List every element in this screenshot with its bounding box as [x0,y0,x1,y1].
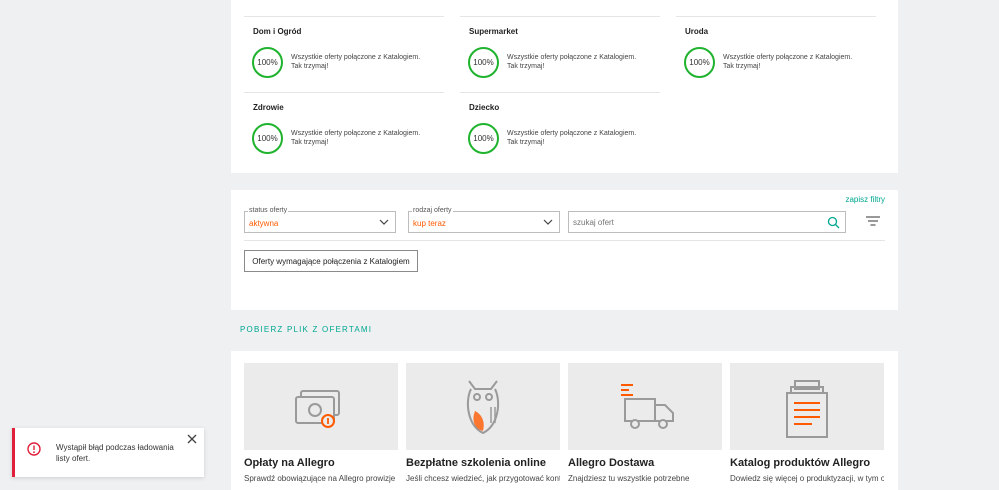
chevron-down-icon [379,219,389,225]
error-toast: Wystąpił błąd podczas ładowania listy of… [12,428,204,477]
promo-tile-image [244,363,398,450]
offer-filters-card: zapisz filtry status oferty aktywna rodz… [231,190,898,310]
status-select-label: status oferty [248,207,289,215]
category-status: Wszystkie oferty połączone z Katalogiem.… [291,130,421,146]
error-icon [27,442,41,456]
category-status: Wszystkie oferty połączone z Katalogiem.… [507,54,637,70]
offer-type-select-label: rodzaj oferty [412,207,453,215]
progress-ring: 100% [468,123,499,154]
category-status: Wszystkie oferty połączone z Katalogiem.… [723,54,853,70]
category-status: Wszystkie oferty połączone z Katalogiem.… [507,130,637,146]
promo-tile-title: Allegro Dostawa [568,457,655,469]
category-summary-card: Dom i Ogród 100% Wszystkie oferty połącz… [231,0,898,173]
progress-ring: 100% [252,47,283,78]
promo-tile-desc: Dowiedz się więcej o produktyzacji, w ty… [730,474,884,483]
divider [244,240,885,241]
offer-type-select[interactable]: rodzaj oferty kup teraz [408,207,560,233]
status-select-value: aktywna [249,219,279,228]
promo-tile-image [730,363,884,450]
money-icon [295,390,340,428]
category-title: Uroda [685,27,709,36]
category-title: Zdrowie [253,103,284,112]
progress-ring: 100% [684,47,715,78]
promo-tile-title: Bezpłatne szkolenia online [406,457,546,469]
progress-ring: 100% [468,47,499,78]
close-icon[interactable] [186,433,198,445]
promo-tile-desc: Sprawdź obowiązujące na Allegro prowizje [244,474,396,483]
promo-tile-image [406,363,560,450]
promo-tile-image [568,363,722,450]
promo-tile[interactable]: Katalog produktów Allegro Dowiedz się wi… [730,363,884,483]
category-title: Dziecko [469,103,500,112]
offer-type-select-value: kup teraz [413,219,446,228]
filter-icon[interactable] [865,214,881,228]
promo-tile-desc: Jeśli chcesz wiedzieć, jak przygotować k… [406,474,560,483]
promo-tile[interactable]: Bezpłatne szkolenia online Jeśli chcesz … [406,363,560,483]
category-cell: Zdrowie 100% Wszystkie oferty połączone … [244,92,444,169]
promo-tile-title: Katalog produktów Allegro [730,457,871,469]
category-cell: Dziecko 100% Wszystkie oferty połączone … [460,92,660,169]
owl-icon [466,380,500,435]
offer-search-input[interactable] [573,218,823,227]
catalog-connection-button[interactable]: Oferty wymagające połączenia z Katalogie… [244,250,418,272]
save-filters-link[interactable]: zapisz filtry [845,195,885,204]
download-offers-link[interactable]: POBIERZ PLIK Z OFERTAMI [240,325,372,334]
status-select[interactable]: status oferty aktywna [244,207,396,233]
promo-tile-title: Opłaty na Allegro [244,457,335,469]
category-cell: Uroda 100% Wszystkie oferty połączone z … [676,16,876,93]
truck-icon [621,384,674,429]
promo-tile[interactable]: Opłaty na Allegro Sprawdź obowiązujące n… [244,363,398,483]
category-status: Wszystkie oferty połączone z Katalogiem.… [291,54,421,70]
promo-card: Opłaty na Allegro Sprawdź obowiązujące n… [231,351,898,490]
promo-tile[interactable]: Allegro Dostawa Znajdziesz tu wszystkie … [568,363,722,483]
error-toast-message: Wystąpił błąd podczas ładowania listy of… [56,443,174,463]
category-cell: Dom i Ogród 100% Wszystkie oferty połącz… [244,16,444,93]
category-title: Supermarket [469,27,518,36]
search-icon[interactable] [827,216,840,229]
category-cell: Supermarket 100% Wszystkie oferty połącz… [460,16,660,93]
promo-tile-desc: Znajdziesz tu wszystkie potrzebne [568,474,690,483]
progress-ring: 100% [252,123,283,154]
category-title: Dom i Ogród [253,27,302,36]
chevron-down-icon [543,219,553,225]
catalog-icon [786,380,828,438]
offer-search-box [568,211,846,233]
